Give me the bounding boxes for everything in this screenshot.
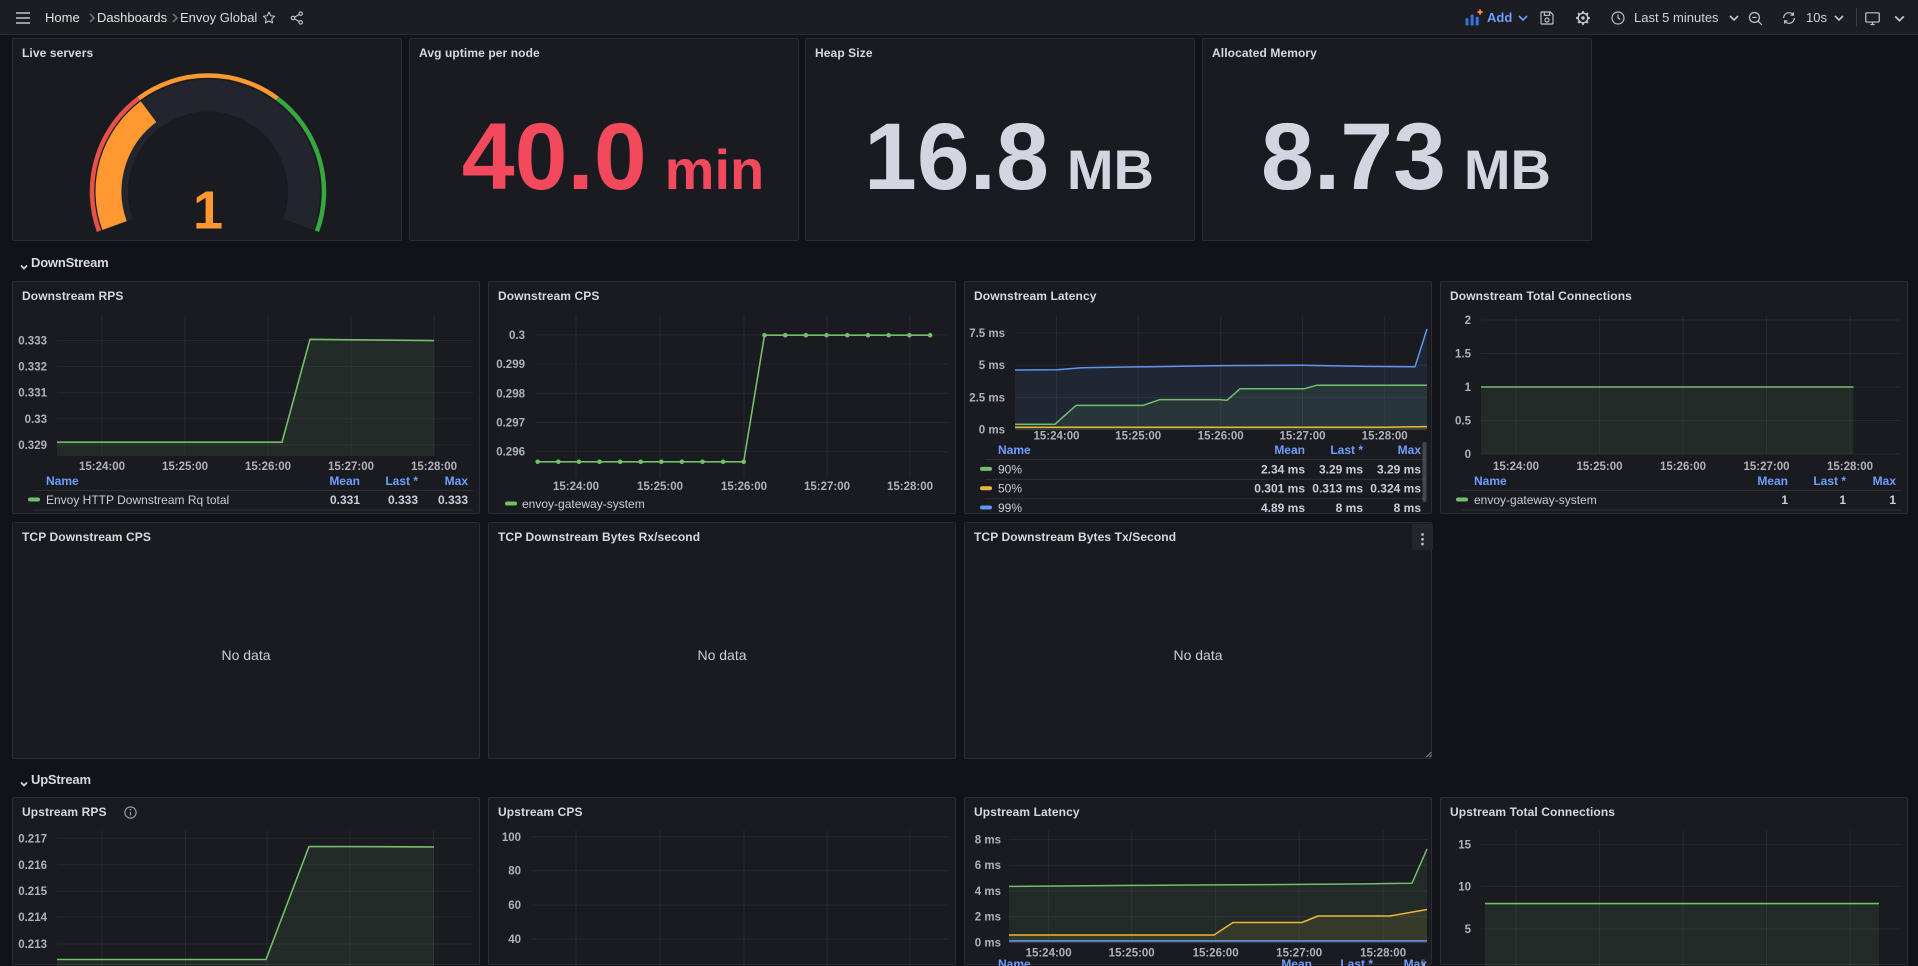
svg-text:15:24:00: 15:24:00: [553, 481, 599, 493]
svg-text:1: 1: [1781, 493, 1788, 507]
svg-text:Name: Name: [1474, 474, 1507, 488]
svg-text:99%: 99%: [998, 501, 1022, 515]
svg-text:10: 10: [1458, 881, 1471, 893]
svg-text:0.329: 0.329: [18, 440, 47, 452]
svg-text:0.331: 0.331: [330, 493, 360, 507]
svg-text:15:27:00: 15:27:00: [1279, 431, 1325, 443]
svg-text:0.216: 0.216: [18, 860, 47, 872]
svg-text:0.297: 0.297: [496, 418, 525, 430]
svg-text:80: 80: [508, 866, 521, 878]
svg-text:8 ms: 8 ms: [1336, 501, 1364, 515]
svg-text:0.215: 0.215: [18, 886, 47, 898]
svg-text:15:28:00: 15:28:00: [1362, 431, 1408, 443]
svg-text:90%: 90%: [998, 462, 1022, 476]
svg-text:15:26:00: 15:26:00: [1198, 431, 1244, 443]
svg-text:15:24:00: 15:24:00: [1033, 431, 1079, 443]
svg-text:0.299: 0.299: [496, 359, 525, 371]
svg-text:0.213: 0.213: [18, 939, 47, 951]
svg-text:0.214: 0.214: [18, 912, 47, 924]
svg-text:0.313 ms: 0.313 ms: [1312, 482, 1363, 496]
svg-text:15:27:00: 15:27:00: [328, 461, 374, 473]
svg-text:15:26:00: 15:26:00: [245, 461, 291, 473]
svg-text:Max: Max: [1398, 443, 1422, 457]
svg-text:16.8MB: 16.8MB: [864, 104, 1154, 210]
svg-text:0 ms: 0 ms: [979, 425, 1005, 437]
svg-text:0.296: 0.296: [496, 447, 525, 459]
svg-text:Last *: Last *: [1813, 474, 1846, 488]
svg-text:15:24:00: 15:24:00: [79, 461, 125, 473]
svg-text:4.89 ms: 4.89 ms: [1261, 501, 1305, 515]
svg-text:Max: Max: [445, 474, 469, 488]
svg-text:0.333: 0.333: [18, 336, 47, 348]
svg-text:Mean: Mean: [329, 474, 360, 488]
svg-text:5 ms: 5 ms: [979, 360, 1005, 372]
svg-text:0.217: 0.217: [18, 833, 47, 845]
svg-text:1: 1: [1889, 493, 1896, 507]
svg-text:60: 60: [508, 900, 521, 912]
svg-text:2.5 ms: 2.5 ms: [969, 392, 1005, 404]
svg-text:8 ms: 8 ms: [975, 835, 1001, 847]
svg-text:0.301 ms: 0.301 ms: [1254, 482, 1305, 496]
svg-text:0.298: 0.298: [496, 388, 525, 400]
svg-text:Max: Max: [1873, 474, 1897, 488]
svg-text:15:27:00: 15:27:00: [1743, 461, 1789, 473]
svg-text:15:25:00: 15:25:00: [1115, 431, 1161, 443]
svg-text:7.5 ms: 7.5 ms: [969, 328, 1005, 340]
svg-text:0.333: 0.333: [438, 493, 468, 507]
svg-text:0.33: 0.33: [25, 414, 47, 426]
svg-text:40.0min: 40.0min: [462, 104, 764, 210]
svg-text:Mean: Mean: [1274, 443, 1305, 457]
svg-text:4 ms: 4 ms: [975, 886, 1001, 898]
svg-text:1.5: 1.5: [1455, 349, 1472, 361]
svg-text:15: 15: [1458, 839, 1471, 851]
svg-text:15:26:00: 15:26:00: [1193, 948, 1239, 960]
svg-text:15:25:00: 15:25:00: [1576, 461, 1622, 473]
svg-text:0.324 ms: 0.324 ms: [1370, 482, 1421, 496]
svg-text:3.29 ms: 3.29 ms: [1377, 462, 1421, 476]
svg-text:0.3: 0.3: [509, 330, 525, 342]
svg-text:2 ms: 2 ms: [975, 912, 1001, 924]
svg-text:100: 100: [502, 832, 521, 844]
svg-text:15:25:00: 15:25:00: [1109, 948, 1155, 960]
svg-text:Envoy HTTP Downstream Rq total: Envoy HTTP Downstream Rq total: [46, 493, 229, 507]
svg-text:15:24:00: 15:24:00: [1026, 948, 1072, 960]
svg-text:2.34 ms: 2.34 ms: [1261, 462, 1305, 476]
svg-text:6 ms: 6 ms: [975, 860, 1001, 872]
svg-text:8.73MB: 8.73MB: [1261, 104, 1551, 210]
svg-text:15:25:00: 15:25:00: [637, 481, 683, 493]
svg-text:1: 1: [1465, 382, 1472, 394]
svg-text:1: 1: [1839, 493, 1846, 507]
svg-text:Last *: Last *: [1330, 443, 1363, 457]
svg-text:50%: 50%: [998, 482, 1022, 496]
svg-text:Mean: Mean: [1757, 474, 1788, 488]
svg-text:0.333: 0.333: [388, 493, 418, 507]
svg-text:envoy-gateway-system: envoy-gateway-system: [1474, 493, 1597, 507]
svg-text:Name: Name: [46, 474, 79, 488]
svg-text:15:25:00: 15:25:00: [162, 461, 208, 473]
svg-text:0.5: 0.5: [1455, 416, 1472, 428]
svg-text:Last *: Last *: [385, 474, 418, 488]
svg-text:Name: Name: [998, 443, 1031, 457]
svg-text:15:28:00: 15:28:00: [411, 461, 457, 473]
svg-text:15:28:00: 15:28:00: [887, 481, 933, 493]
svg-text:0.332: 0.332: [18, 362, 47, 374]
svg-text:15:28:00: 15:28:00: [1827, 461, 1873, 473]
svg-text:0: 0: [1465, 449, 1471, 461]
svg-text:15:26:00: 15:26:00: [721, 481, 767, 493]
svg-text:1: 1: [193, 181, 223, 241]
svg-text:8 ms: 8 ms: [1394, 501, 1422, 515]
svg-text:5: 5: [1465, 924, 1472, 936]
svg-text:3.29 ms: 3.29 ms: [1319, 462, 1363, 476]
svg-text:15:26:00: 15:26:00: [1660, 461, 1706, 473]
svg-text:0 ms: 0 ms: [975, 938, 1001, 950]
svg-text:15:27:00: 15:27:00: [804, 481, 850, 493]
svg-text:40: 40: [508, 934, 521, 946]
svg-text:2: 2: [1465, 315, 1471, 327]
svg-text:envoy-gateway-system: envoy-gateway-system: [522, 497, 645, 511]
svg-text:15:24:00: 15:24:00: [1493, 461, 1539, 473]
svg-text:0.331: 0.331: [18, 388, 47, 400]
